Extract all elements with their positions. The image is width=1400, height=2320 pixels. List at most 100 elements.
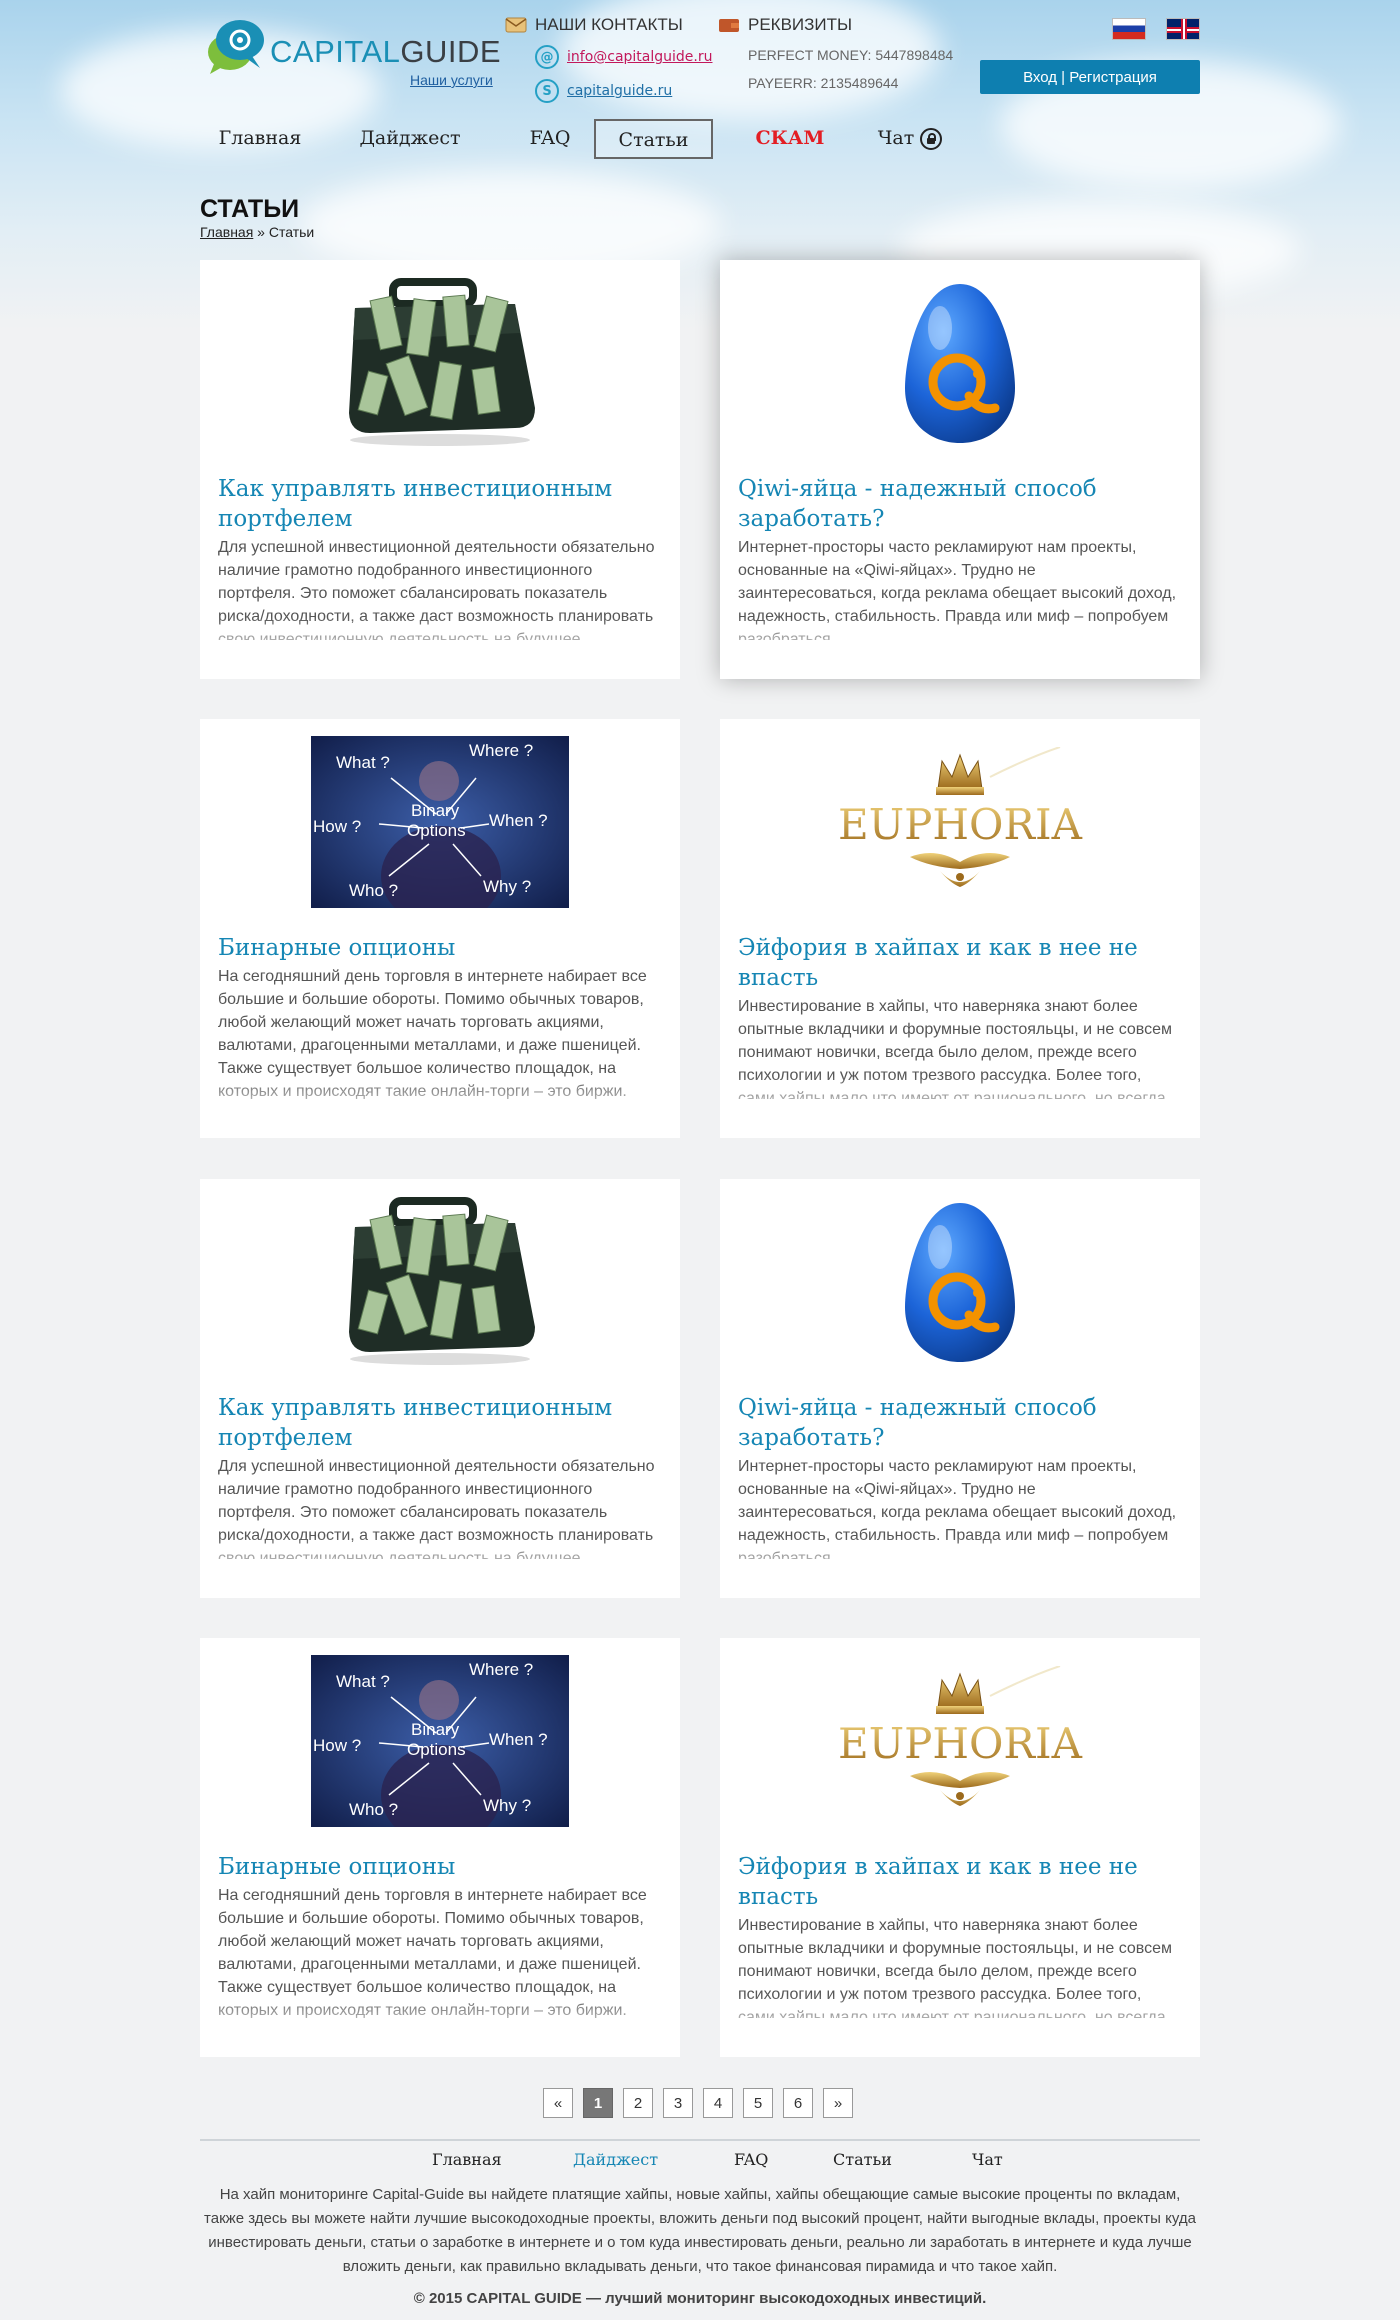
footer-divider xyxy=(200,2139,1200,2141)
article-title[interactable]: Qiwi-яйца - надежный способ заработать? xyxy=(738,1393,1158,1453)
page-button-2[interactable]: 2 xyxy=(623,2088,653,2118)
nav-item-chat[interactable]: Чат xyxy=(860,119,960,159)
footer-link-faq[interactable]: FAQ xyxy=(734,2150,768,2169)
breadcrumb: Главная » Статьи xyxy=(200,224,314,240)
envelope-icon xyxy=(505,17,527,33)
article-image[interactable]: What ? Where ? Binary Options When ? How… xyxy=(200,1655,680,1827)
article-image[interactable]: What ? Where ? Binary Options When ? How… xyxy=(200,736,680,908)
svg-text:What ?: What ? xyxy=(336,753,390,772)
logo-text: CAPITALGUIDE xyxy=(270,34,502,69)
article-image[interactable] xyxy=(200,278,680,448)
qiwi-egg-image xyxy=(905,1203,1015,1362)
article-title[interactable]: Как управлять инвестиционным портфелем xyxy=(218,474,638,534)
footer-link-home[interactable]: Главная xyxy=(432,2150,502,2169)
breadcrumb-home-link[interactable]: Главная xyxy=(200,224,253,240)
nav-item-faq[interactable]: FAQ xyxy=(510,119,590,159)
pagination: « 1 2 3 4 5 6 » xyxy=(543,2088,853,2118)
page-button-3[interactable]: 3 xyxy=(663,2088,693,2118)
svg-text:EUPHORIA: EUPHORIA xyxy=(838,1719,1083,1768)
wallet-icon xyxy=(719,19,739,32)
article-card[interactable]: What ? Where ? Binary Options When ? How… xyxy=(200,719,680,1138)
page-title: СТАТЬИ xyxy=(200,195,300,223)
article-card[interactable]: Qiwi-яйца - надежный способ заработать? … xyxy=(720,1179,1200,1598)
euphoria-image: EUPHORIA xyxy=(838,1666,1083,1806)
article-title[interactable]: Бинарные опционы xyxy=(218,1852,638,1882)
contacts-block: НАШИ КОНТАКТЫ @ info@capitalguide.ru S c… xyxy=(505,15,715,103)
article-image[interactable]: EUPHORIA xyxy=(720,1656,1200,1826)
page-button-6[interactable]: 6 xyxy=(783,2088,813,2118)
email-link[interactable]: info@capitalguide.ru xyxy=(567,49,713,65)
article-card[interactable]: EUPHORIA Эйфория в хайпах и как в нее не… xyxy=(720,719,1200,1138)
page-button-1[interactable]: 1 xyxy=(583,2088,613,2118)
nav-item-articles[interactable]: Статьи xyxy=(594,119,713,159)
article-image[interactable] xyxy=(720,278,1200,448)
svg-text:Who ?: Who ? xyxy=(349,881,398,900)
text-fade xyxy=(720,617,1200,661)
svg-text:When ?: When ? xyxy=(489,1730,548,1749)
euphoria-image: EUPHORIA xyxy=(838,747,1083,887)
article-card[interactable]: Как управлять инвестиционным портфелем Д… xyxy=(200,260,680,679)
page-wrapper: CAPITALGUIDE Наши услуги НАШИ КОНТАКТЫ @… xyxy=(200,0,1200,2320)
svg-text:Binary: Binary xyxy=(411,1720,460,1739)
main-nav: Главная Дайджест FAQ Статьи СКАМ Чат xyxy=(200,119,1200,159)
footer-link-chat[interactable]: Чат xyxy=(972,2150,1003,2169)
nav-item-digest[interactable]: Дайджест xyxy=(350,119,470,159)
contacts-title: НАШИ КОНТАКТЫ xyxy=(505,15,715,35)
page-button-5[interactable]: 5 xyxy=(743,2088,773,2118)
requisites-title: РЕКВИЗИТЫ xyxy=(718,15,928,35)
page-button-4[interactable]: 4 xyxy=(703,2088,733,2118)
logo[interactable]: CAPITALGUIDE Наши услуги xyxy=(200,12,501,88)
article-image[interactable]: EUPHORIA xyxy=(720,737,1200,907)
svg-text:How ?: How ? xyxy=(313,817,361,836)
article-title[interactable]: Эйфория в хайпах и как в нее не впасть xyxy=(738,1852,1158,1912)
skype-icon: S xyxy=(535,79,559,103)
article-title[interactable]: Как управлять инвестиционным портфелем xyxy=(218,1393,638,1453)
footer-link-digest[interactable]: Дайджест xyxy=(573,2150,658,2169)
article-card[interactable]: EUPHORIA Эйфория в хайпах и как в нее не… xyxy=(720,1638,1200,2057)
next-page-button[interactable]: » xyxy=(823,2088,853,2118)
text-fade xyxy=(200,1536,680,1580)
svg-text:How ?: How ? xyxy=(313,1736,361,1755)
text-fade xyxy=(200,1076,680,1120)
skype-link[interactable]: capitalguide.ru xyxy=(567,83,672,99)
svg-text:When ?: When ? xyxy=(489,811,548,830)
article-title[interactable]: Qiwi-яйца - надежный способ заработать? xyxy=(738,474,1158,534)
at-icon: @ xyxy=(535,45,559,69)
services-link[interactable]: Наши услуги xyxy=(410,72,493,88)
uk-flag-icon[interactable] xyxy=(1166,18,1200,40)
svg-text:Binary: Binary xyxy=(411,801,460,820)
article-image[interactable] xyxy=(720,1197,1200,1367)
article-title[interactable]: Эйфория в хайпах и как в нее не впасть xyxy=(738,933,1158,993)
article-title[interactable]: Бинарные опционы xyxy=(218,933,638,963)
russian-flag-icon[interactable] xyxy=(1112,18,1146,40)
article-card[interactable]: What ? Where ? Binary Options When ? How… xyxy=(200,1638,680,2057)
svg-text:Where ?: Where ? xyxy=(469,741,533,760)
svg-text:Who ?: Who ? xyxy=(349,1800,398,1819)
nav-item-home[interactable]: Главная xyxy=(200,119,320,159)
article-image[interactable] xyxy=(200,1197,680,1367)
language-switcher xyxy=(1112,18,1200,40)
text-fade xyxy=(720,1076,1200,1120)
login-register-button[interactable]: Вход | Регистрация xyxy=(980,60,1200,94)
article-card[interactable]: Qiwi-яйца - надежный способ заработать? … xyxy=(720,260,1200,679)
binary-options-image: What ? Where ? Binary Options When ? How… xyxy=(311,1655,569,1827)
svg-text:Where ?: Where ? xyxy=(469,1660,533,1679)
svg-text:What ?: What ? xyxy=(336,1672,390,1691)
article-card[interactable]: Как управлять инвестиционным портфелем Д… xyxy=(200,1179,680,1598)
footer-description: На хайп мониторинге Capital-Guide вы най… xyxy=(204,2186,1196,2275)
binary-options-image: What ? Where ? Binary Options When ? How… xyxy=(311,736,569,908)
copyright: © 2015 CAPITAL GUIDE — лучший мониторинг… xyxy=(413,2290,987,2307)
text-fade xyxy=(200,617,680,661)
nav-item-chat-label: Чат xyxy=(877,127,915,149)
prev-page-button[interactable]: « xyxy=(543,2088,573,2118)
lock-icon xyxy=(920,128,943,150)
text-fade xyxy=(200,1995,680,2039)
skype-row: S capitalguide.ru xyxy=(535,79,715,103)
svg-text:EUPHORIA: EUPHORIA xyxy=(838,800,1083,849)
svg-text:Why ?: Why ? xyxy=(483,877,531,896)
nav-item-scam[interactable]: СКАМ xyxy=(740,119,840,159)
footer-link-articles[interactable]: Статьи xyxy=(833,2150,892,2169)
svg-text:Why ?: Why ? xyxy=(483,1796,531,1815)
briefcase-money-image xyxy=(349,1197,535,1365)
briefcase-money-image xyxy=(349,278,535,446)
